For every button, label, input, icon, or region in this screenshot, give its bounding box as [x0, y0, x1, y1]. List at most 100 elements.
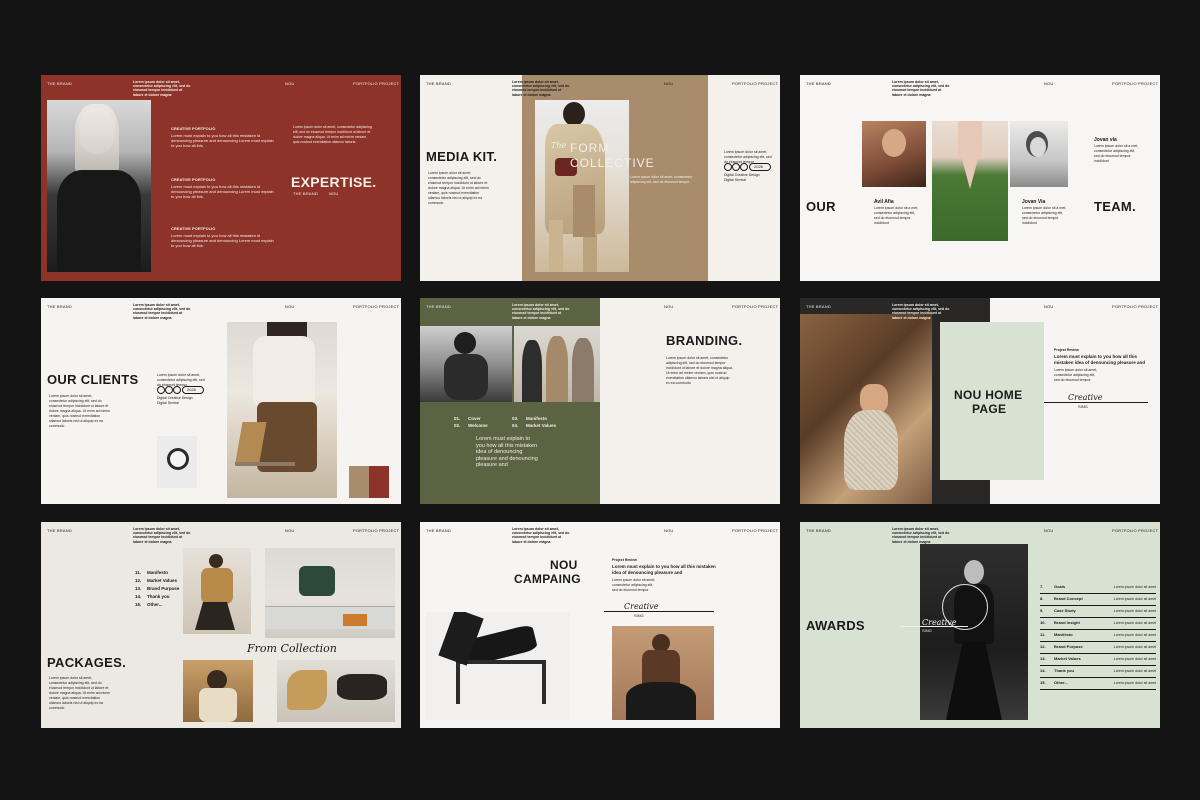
home-page-title-1: NOU HOME [954, 388, 1023, 402]
signature-sing: SING [922, 628, 932, 633]
slide-packages[interactable]: THE BRAND Lorem ipsum dolor sit amet, co… [41, 522, 401, 728]
item-2-heading: CREATIVE PORTFOLIO [171, 177, 216, 182]
list-label-1: Manifesto [147, 570, 169, 575]
header-text: Lorem ipsum dolor sit amet, consectetur … [892, 303, 950, 320]
awards-list-row: 12. Brand Purpose Lorem ipsum dolor sit am… [1040, 642, 1156, 654]
brand-label: THE BRAND [426, 81, 451, 86]
overlay-form: FORM [570, 141, 610, 155]
awards-list-num: 11. [1040, 632, 1046, 637]
list-label-2: Market Values [147, 578, 178, 583]
awards-list-text: Lorem ipsum dolor sit amet [1113, 644, 1156, 649]
media-kit-text: Lorem ipsum dolor sit amet, consectetur … [428, 171, 489, 205]
awards-list-row: 13. Market Values Lorem ipsum dolor sit am… [1040, 654, 1156, 666]
slide-our-clients[interactable]: THE BRAND Lorem ipsum dolor sit amet, co… [41, 298, 401, 504]
list-label-3: Manifesto [526, 416, 548, 421]
tan-rectangle [573, 185, 595, 237]
portfolio-project-label: PORTFOLIO PROJECT [353, 304, 400, 309]
slide-media-kit[interactable]: THE BRAND Lorem ipsum dolor sit amet, co… [420, 75, 780, 281]
awards-list-label: Manifesto [1054, 632, 1073, 637]
social-icon-3[interactable] [740, 163, 748, 171]
portfolio-project-label: PORTFOLIO PROJECT [1112, 304, 1159, 309]
awards-list-text: Lorem ipsum dolor sit amet [1113, 632, 1156, 637]
portfolio-project-label: PORTFOLIO PROJECT [732, 528, 779, 533]
member-3-name: Jovan via [1094, 137, 1117, 143]
group-photo [514, 326, 600, 402]
brand-label: THE BRAND [47, 81, 72, 86]
item-1-heading: CREATIVE PORTFOLIO [171, 126, 216, 131]
list-num-5: 15. [135, 602, 142, 607]
header-text: Lorem ipsum dolor sit amet, consectetur … [512, 527, 570, 544]
portfolio-project-label: PORTFOLIO PROJECT [1112, 81, 1159, 86]
member-3-text: Lorem ipsum dolor sit a met, consectetur… [1094, 144, 1139, 163]
media-kit-title: MEDIA KIT. [426, 149, 498, 164]
awards-list-row: 9. Case Study Lorem ipsum dolor sit amet [1040, 606, 1156, 618]
awards-list-label: Other... [1054, 680, 1068, 685]
list-num-4: 14. [135, 594, 142, 599]
team-photo-2 [932, 121, 1008, 241]
slide-our-team[interactable]: THE BRAND Lorem ipsum dolor sit amet, co… [800, 75, 1160, 281]
awards-list-label: Brand Insight [1054, 620, 1080, 625]
header-text: Lorem ipsum dolor sit amet, consectetur … [133, 527, 191, 544]
team-photo-1 [862, 121, 926, 187]
awards-list-num: 12. [1040, 644, 1046, 649]
social-icon-1[interactable] [157, 386, 165, 394]
overlay-text: Lorem ipsum dolor sit amet, consectetur … [630, 175, 693, 184]
awards-list-num: 15. [1040, 680, 1046, 685]
packages-text: Lorem ipsum dolor sit amet, consectetur … [49, 676, 110, 710]
awards-list-text: Lorem ipsum dolor sit amet [1113, 620, 1156, 625]
brand-label: THE BRAND [806, 304, 831, 309]
nou-label: NOU [1044, 81, 1054, 86]
contact-text: Digital Creative Design Digital Sentral [724, 173, 760, 182]
awards-list-label: Goals [1054, 584, 1066, 589]
awards-list-text: Lorem ipsum dolor sit amet [1113, 656, 1156, 661]
portrait-photo [47, 100, 151, 272]
overlay-script: The [551, 141, 567, 150]
nou-label: NOU [285, 528, 295, 533]
item-2-text: Lorem must explain to you how all this m… [171, 184, 274, 200]
portfolio-project-label: PORTFOLIO PROJECT [732, 304, 779, 309]
slide-awards[interactable]: THE BRAND Lorem ipsum dolor sit amet, co… [800, 522, 1160, 728]
awards-list-num: 14. [1040, 668, 1046, 673]
awards-list-row: 10. Brand Insight Lorem ipsum dolor sit am… [1040, 618, 1156, 630]
slide-expertise[interactable]: THE BRAND Lorem ipsum dolor sit amet, co… [41, 75, 401, 281]
overlay-collective: COLLECTIVE [570, 156, 655, 170]
item-3-text: Lorem must explain to you how all this m… [171, 233, 274, 249]
brand-label: THE BRAND [426, 304, 451, 309]
campaing-heading: Lorem must explain to you how all this m… [612, 564, 716, 575]
list-label-1: Cover [468, 416, 481, 421]
awards-list-text: Lorem ipsum dolor sit amet [1113, 596, 1156, 601]
awards-list-num: 10. [1040, 620, 1046, 625]
signature-script: Creative [1068, 393, 1103, 402]
social-icon-1[interactable] [724, 163, 732, 171]
signature-script: Creative [624, 602, 659, 611]
awards-list-num: 8. [1040, 596, 1044, 601]
seated-chair-photo [612, 626, 714, 720]
project-review: Project Review [612, 558, 637, 562]
awards-model-photo [920, 544, 1028, 720]
list-num-1: 11. [135, 570, 142, 575]
collection-script: From Collection [247, 642, 337, 655]
home-text: Lorem ipsum dolor sit amet, consectetur … [1054, 368, 1098, 382]
list-num-3: 03. [512, 416, 519, 421]
awards-list-label: Brand Purpose [1054, 644, 1083, 649]
slide-nou-campaing[interactable]: THE BRAND Lorem ipsum dolor sit amet, co… [420, 522, 780, 728]
awards-list-label: Thank you [1054, 668, 1075, 673]
social-icon-3[interactable] [173, 386, 181, 394]
hand-bag-photo [800, 314, 932, 504]
header-text: Lorem ipsum dolor sit amet, consectetur … [512, 80, 570, 97]
awards-list-label: Case Study [1054, 608, 1076, 613]
social-icon-2[interactable] [732, 163, 740, 171]
header-text: Lorem ipsum dolor sit amet, consectetur … [892, 527, 950, 544]
project-review: Project Review [1054, 348, 1079, 352]
slide-branding[interactable]: THE BRAND Lorem ipsum dolor sit amet, co… [420, 298, 780, 504]
member-2-name: Jovan Via [1022, 199, 1046, 205]
header-text: Lorem ipsum dolor sit amet, consectetur … [133, 80, 191, 97]
list-label-4: Market Values [526, 423, 557, 428]
model-bw-photo [420, 326, 512, 402]
slide-nou-home-page[interactable]: THE BRAND Lorem ipsum dolor sit amet, co… [800, 298, 1160, 504]
awards-list-row: 7. Goals Lorem ipsum dolor sit amet [1040, 582, 1156, 594]
footer-nou: NOU [329, 191, 339, 196]
reclining-model-photo [426, 612, 570, 720]
home-heading: Lorem must explain to you how all this m… [1054, 354, 1146, 365]
social-icon-2[interactable] [165, 386, 173, 394]
